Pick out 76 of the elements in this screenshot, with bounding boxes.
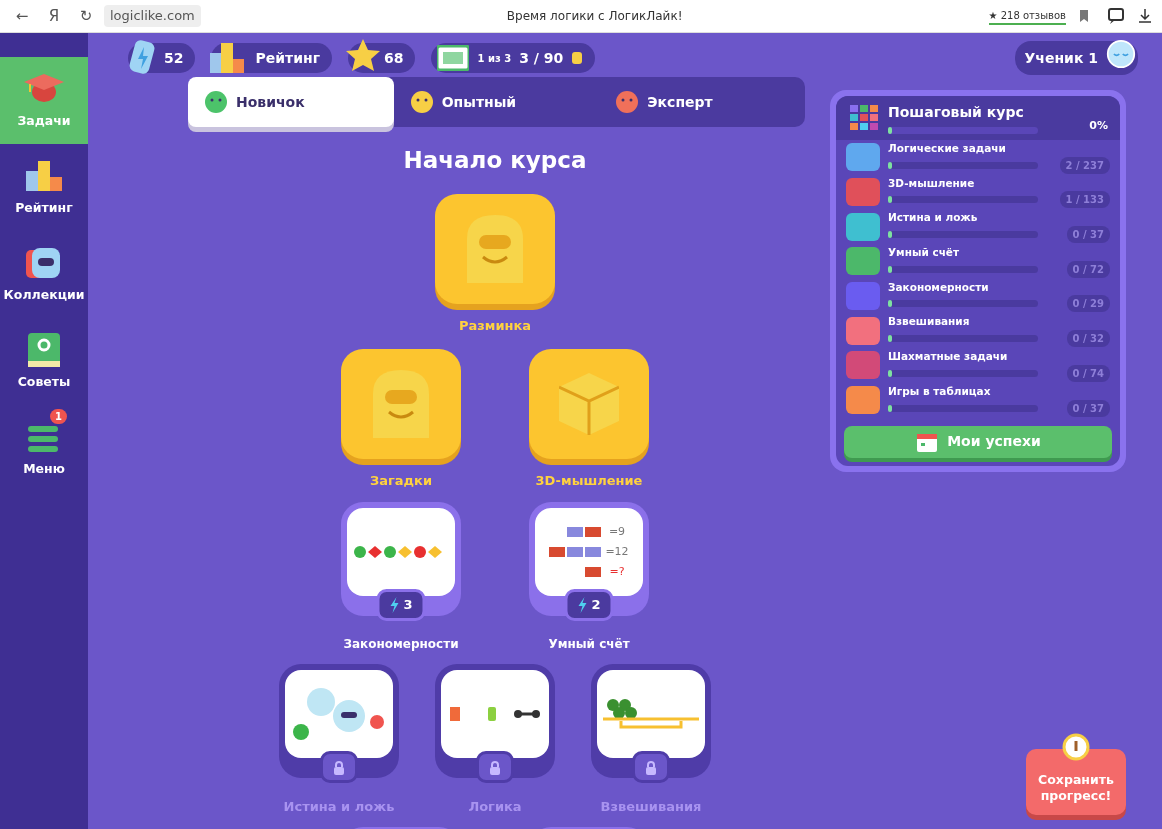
sidebar-item[interactable]: Меню 1 [0, 405, 88, 492]
lightning-icon [389, 596, 400, 613]
bookmark-icon [1080, 10, 1088, 22]
level-tab[interactable]: Опытный [393, 77, 600, 127]
face-icon [615, 90, 640, 114]
task-count: 2 / 237 [1059, 156, 1110, 174]
topic-label: Логические задачи [888, 140, 1007, 156]
course-row[interactable]: Шахматные задачи 0 / 74 [836, 348, 1120, 383]
lock-icon [489, 759, 501, 776]
yandex-button[interactable]: Я [40, 4, 68, 28]
tickets-counter[interactable]: 1 из 3 3 / 90 [431, 43, 596, 73]
level-tab[interactable]: Эксперт [599, 77, 805, 127]
address-bar[interactable]: logiclike.com [104, 5, 201, 27]
task-count: 0 / 29 [1066, 295, 1110, 313]
lock-icon [645, 759, 657, 776]
topic-label: Взвешивания [888, 314, 971, 330]
course-row[interactable]: Закономерности 0 / 29 [836, 278, 1120, 314]
equation-text: =? [608, 563, 626, 580]
lightning-icon [577, 596, 588, 613]
user-profile-button[interactable]: Ученик 1 [1014, 41, 1138, 75]
course-row[interactable]: Истина и ложь 0 / 37 [836, 209, 1120, 245]
sidebar-item[interactable]: Советы [0, 318, 88, 405]
node-label: Взвешивания [600, 797, 702, 816]
task-count: 0 / 37 [1066, 399, 1110, 417]
node-label: Логика [468, 797, 522, 816]
back-button[interactable]: ← [8, 4, 36, 28]
skates-drawing [549, 526, 602, 577]
energy-badge: 2 [564, 589, 614, 621]
sidebar-item[interactable]: Коллекции [0, 231, 88, 318]
lock-icon [333, 759, 345, 776]
robot-drawing [467, 214, 523, 283]
ticket-icon [437, 45, 470, 71]
equation-text: =12 [605, 543, 629, 560]
task-count: 0 / 32 [1066, 330, 1110, 348]
topic-label: Умный счёт [888, 245, 961, 261]
course-row[interactable]: Взвешивания 0 / 32 [836, 313, 1120, 349]
sidebar-item[interactable]: Рейтинг [0, 144, 88, 231]
download-icon [1136, 8, 1154, 24]
task-count: 0 / 72 [1066, 260, 1110, 278]
topic-label: Закономерности [888, 279, 990, 295]
topic-label: Игры в таблицах [888, 383, 992, 399]
topic-label: 3D-мышление [888, 175, 976, 191]
task-count: 0 / 37 [1066, 226, 1110, 244]
key-badge-icon [1062, 733, 1090, 761]
robot-drawing [373, 370, 429, 438]
panel-title: Пошаговый курс [888, 103, 1025, 122]
node-label: Умный счёт [548, 635, 630, 653]
grid-icon [848, 103, 880, 133]
energy-counter[interactable]: 52 [128, 43, 196, 73]
energy-badge: 3 [376, 589, 426, 621]
coin-icon [571, 51, 584, 65]
task-count: 0 / 74 [1066, 364, 1110, 382]
face-icon [204, 90, 228, 114]
cubes-drawing [559, 373, 619, 435]
progress-percent: 0% [1089, 117, 1108, 134]
reload-button[interactable]: ↻ [72, 4, 100, 28]
task-count: 1 / 133 [1059, 191, 1110, 209]
course-row[interactable]: 3D-мышление 1 / 133 [836, 174, 1120, 210]
face-icon [409, 90, 434, 114]
node-label: Разминка [458, 316, 532, 335]
equation-text: =9 [607, 523, 627, 540]
reviews-link[interactable]: ★ 218 отзывов [988, 7, 1066, 25]
notification-badge: 1 [50, 409, 67, 424]
page-title: Время логики с ЛогикЛайк! [505, 8, 684, 25]
node-label: 3D-мышление [535, 472, 643, 490]
course-row[interactable]: Умный счёт 0 / 72 [836, 244, 1120, 279]
topic-label: Шахматные задачи [888, 349, 1009, 365]
topic-label: Истина и ложь [888, 210, 979, 226]
course-row[interactable]: Логические задачи 2 / 237 [836, 140, 1120, 175]
avatar-icon [1106, 39, 1136, 69]
node-label: Загадки [370, 472, 432, 490]
course-title: Начало курса [403, 146, 587, 175]
node-label: Истина и ложь [283, 797, 395, 816]
course-row[interactable]: Игры в таблицах 0 / 37 [836, 382, 1120, 418]
node-label: Закономерности [343, 635, 459, 653]
rating-button[interactable]: Рейтинг [211, 43, 332, 73]
